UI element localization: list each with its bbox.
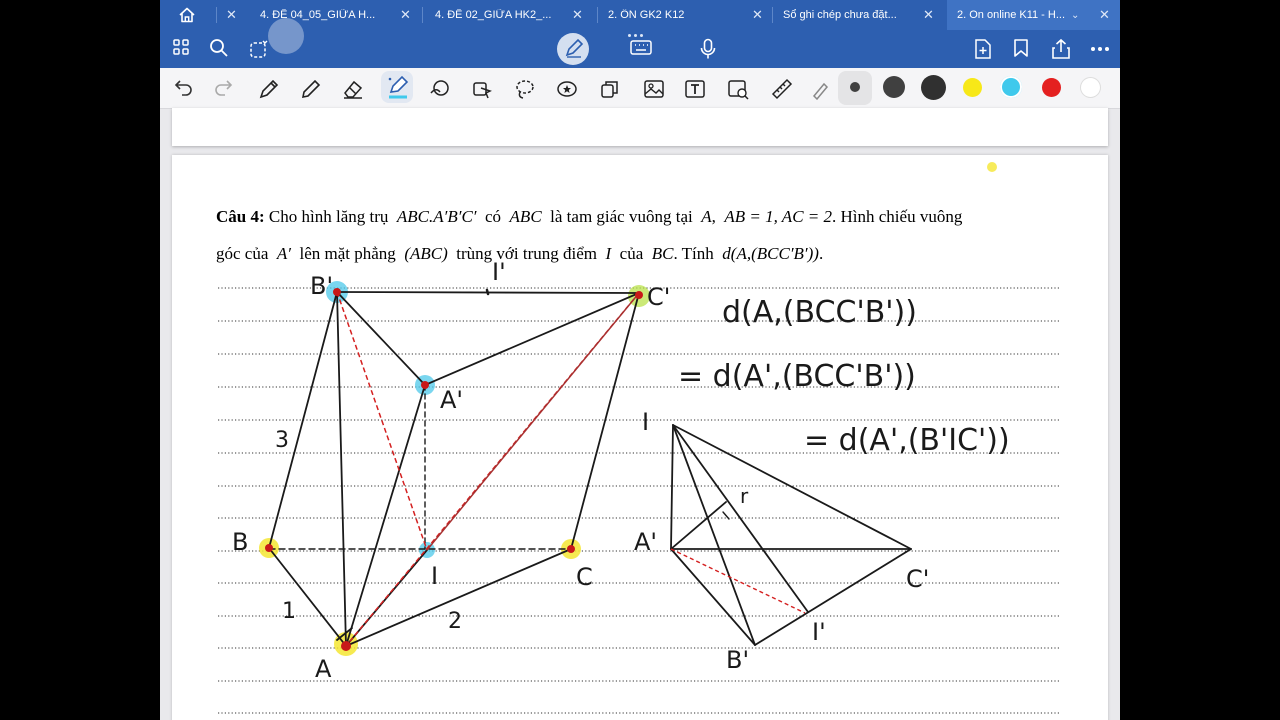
- handwriting-layer: B' I' C' A' 3 B I C 1 2 A I r A' C' I' B…: [218, 162, 1060, 714]
- pyramid-diagram: [670, 424, 912, 646]
- label-a: A: [315, 655, 332, 683]
- label-i-prime: I': [812, 618, 826, 646]
- pencil-cursor: [987, 162, 997, 172]
- red-ink: [336, 291, 640, 647]
- label-a-prime: A': [634, 528, 657, 556]
- label-r: r: [740, 484, 749, 508]
- label-i: I: [431, 562, 438, 590]
- label-c-prime: C': [906, 565, 929, 593]
- diagram-labels: B' I' C' A' 3 B I C 1 2 A: [232, 258, 670, 683]
- label-b-prime: B': [310, 272, 333, 300]
- label-c-prime: C': [647, 283, 670, 311]
- equations: d(A,(BCC'B')) = d(A',(BCC'B')) = d(A',(B…: [678, 295, 1010, 458]
- label-b: B: [232, 528, 248, 556]
- label-length-3: 3: [275, 428, 289, 453]
- label-i: I: [642, 408, 649, 436]
- vertex-dots: [265, 288, 643, 651]
- label-length-2: 2: [448, 609, 462, 634]
- label-a-prime: A': [440, 386, 463, 414]
- label-b-prime: B': [726, 646, 749, 674]
- prism-diagram: [268, 288, 640, 647]
- equation-line-1: d(A,(BCC'B')): [722, 295, 917, 330]
- label-length-1: 1: [282, 599, 296, 624]
- label-c: C: [576, 563, 593, 591]
- notes-app-window: ✕ 4. ĐỀ 04_05_GIỮA H... ✕ 4. ĐỀ 02_GIỮA …: [160, 0, 1120, 720]
- label-i-prime: I': [492, 258, 506, 286]
- equation-line-3: = d(A',(B'IC')): [804, 423, 1010, 458]
- equation-line-2: = d(A',(BCC'B')): [678, 359, 916, 394]
